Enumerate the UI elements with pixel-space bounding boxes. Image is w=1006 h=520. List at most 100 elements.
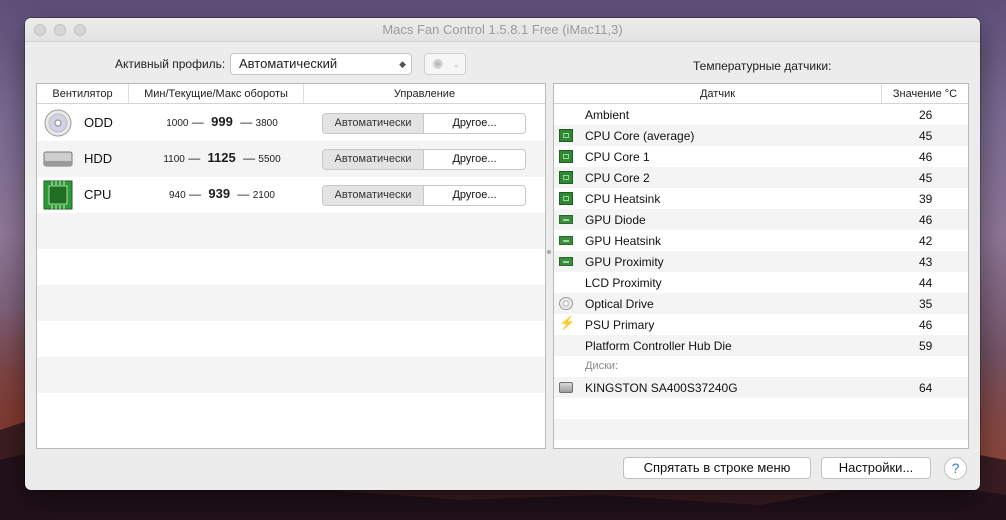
auto-control-button[interactable]: Автоматически [323, 114, 424, 133]
sensor-value: 45 [919, 129, 933, 143]
sensor-row[interactable]: GPU Diode 46 [554, 209, 968, 230]
sensor-row[interactable]: GPU Heatsink 42 [554, 230, 968, 251]
fan-min-speed: 940 [168, 190, 186, 201]
zoom-window-button[interactable] [74, 24, 86, 36]
fan-name: CPU [84, 187, 112, 202]
sensor-name: GPU Diode [585, 213, 646, 227]
empty-row [554, 419, 968, 440]
sensor-group-header: Диски: [554, 356, 968, 377]
column-header-value[interactable]: Значение °C [882, 84, 968, 103]
fan-speeds: 940 — 939 — 2100 [168, 186, 275, 201]
close-window-button[interactable] [34, 24, 46, 36]
gpu-card-icon [559, 215, 573, 224]
sensor-value: 39 [919, 192, 933, 206]
cpu-chip-icon [43, 180, 73, 210]
fan-row[interactable]: ODD 1000 — 999 — 3800 Автоматически Друг… [37, 105, 545, 141]
lightning-bolt-icon: ⚡ [559, 315, 576, 330]
minimize-window-button[interactable] [54, 24, 66, 36]
custom-control-button[interactable]: Другое... [424, 114, 525, 133]
sensor-value: 46 [919, 213, 933, 227]
fan-speeds: 1000 — 999 — 3800 [166, 114, 278, 129]
custom-control-button[interactable]: Другое... [424, 186, 525, 205]
sensor-value: 44 [919, 276, 933, 290]
title-bar[interactable]: Macs Fan Control 1.5.8.1 Free (iMac11,3) [25, 18, 980, 42]
cpu-chip-icon [559, 150, 573, 163]
fan-max-speed: 5500 [258, 154, 281, 165]
fan-control-segment: Автоматически Другое... [322, 149, 526, 170]
sensor-name: GPU Proximity [585, 255, 664, 269]
sensor-name: CPU Core (average) [585, 129, 695, 143]
hard-drive-icon [559, 382, 573, 393]
window-controls [34, 24, 86, 36]
column-header-fan[interactable]: Вентилятор [37, 84, 129, 103]
hard-drive-icon [43, 151, 73, 167]
sensor-row[interactable]: KINGSTON SA400S37240G 64 [554, 377, 968, 398]
empty-row [37, 249, 545, 285]
split-view-divider[interactable] [547, 250, 552, 256]
fan-row[interactable]: HDD 1100 — 1125 — 5500 Автоматически Дру… [37, 141, 545, 177]
empty-row [37, 321, 545, 357]
sensor-value: 35 [919, 297, 933, 311]
profile-select-value: Автоматический [239, 56, 338, 71]
sensor-value: 59 [919, 339, 933, 353]
profile-label: Активный профиль: [115, 57, 226, 71]
sensors-table: Датчик Значение °C Ambient 26 CPU Core (av… [553, 83, 969, 449]
gpu-card-icon [559, 236, 573, 245]
empty-row [37, 213, 545, 249]
fan-current-speed: 939 [208, 186, 231, 201]
sensor-value: 45 [919, 171, 933, 185]
empty-row [37, 393, 545, 429]
sensors-title: Температурные датчики: [693, 59, 832, 73]
sensor-row[interactable]: CPU Heatsink 39 [554, 188, 968, 209]
sensor-row[interactable]: CPU Core (average) 45 [554, 125, 968, 146]
sensor-row[interactable]: Ambient 26 [554, 104, 968, 125]
column-header-speeds[interactable]: Мин/Текущие/Макс обороты [129, 84, 304, 103]
sensor-name: KINGSTON SA400S37240G [585, 381, 738, 395]
profile-select[interactable]: Автоматический ◆ [230, 53, 412, 75]
sensor-name: Platform Controller Hub Die [585, 339, 732, 353]
sensor-row[interactable]: Optical Drive 35 [554, 293, 968, 314]
sensor-row[interactable]: LCD Proximity 44 [554, 272, 968, 293]
cpu-chip-icon [559, 192, 573, 205]
sensor-name: GPU Heatsink [585, 234, 662, 248]
sensor-row[interactable]: ⚡ PSU Primary 46 [554, 314, 968, 335]
profile-settings-button[interactable]: ✺ ⌄ [424, 53, 466, 75]
fan-control-segment: Автоматически Другое... [322, 185, 526, 206]
sensor-name: CPU Heatsink [585, 192, 661, 206]
sensor-name: Диски: [585, 360, 619, 372]
sensor-row[interactable]: GPU Proximity 43 [554, 251, 968, 272]
sensor-row[interactable]: Platform Controller Hub Die 59 [554, 335, 968, 356]
fan-current-speed: 999 [211, 114, 233, 129]
fans-table-header: Вентилятор Мин/Текущие/Макс обороты Упра… [37, 84, 545, 104]
fan-row[interactable]: CPU 940 — 939 — 2100 Автоматически Друго… [37, 177, 545, 213]
sensor-value: 46 [919, 318, 933, 332]
column-header-control[interactable]: Управление [304, 84, 545, 103]
settings-button[interactable]: Настройки... [821, 457, 931, 479]
sensor-row[interactable]: CPU Core 1 46 [554, 146, 968, 167]
cpu-chip-icon [559, 129, 573, 142]
fan-current-speed: 1125 [207, 150, 236, 165]
sensor-name: LCD Proximity [585, 276, 662, 290]
chevron-down-icon: ⌄ [452, 59, 460, 69]
fan-speeds: 1100 — 1125 — 5500 [163, 150, 281, 165]
sensors-table-header: Датчик Значение °C [554, 84, 968, 104]
auto-control-button[interactable]: Автоматически [323, 186, 424, 205]
cpu-chip-icon [559, 171, 573, 184]
sensor-rows: Ambient 26 CPU Core (average) 45 CPU Core 1 4… [554, 104, 968, 440]
sensor-name: CPU Core 1 [585, 150, 650, 164]
app-window: Macs Fan Control 1.5.8.1 Free (iMac11,3)… [25, 18, 980, 490]
column-header-sensor[interactable]: Датчик [554, 84, 882, 103]
sensor-row[interactable]: CPU Core 2 45 [554, 167, 968, 188]
sensor-value: 43 [919, 255, 933, 269]
sensor-value: 46 [919, 150, 933, 164]
hide-in-menubar-button[interactable]: Спрятать в строке меню [623, 457, 811, 479]
help-button[interactable]: ? [944, 457, 967, 480]
fan-min-speed: 1100 [163, 154, 185, 165]
auto-control-button[interactable]: Автоматически [323, 150, 424, 169]
sensor-value: 64 [919, 381, 933, 395]
fans-rows: ODD 1000 — 999 — 3800 Автоматически Друг… [37, 105, 545, 448]
custom-control-button[interactable]: Другое... [424, 150, 525, 169]
empty-row [37, 357, 545, 393]
window-title: Macs Fan Control 1.5.8.1 Free (iMac11,3) [382, 22, 623, 37]
fan-name: ODD [84, 115, 113, 130]
